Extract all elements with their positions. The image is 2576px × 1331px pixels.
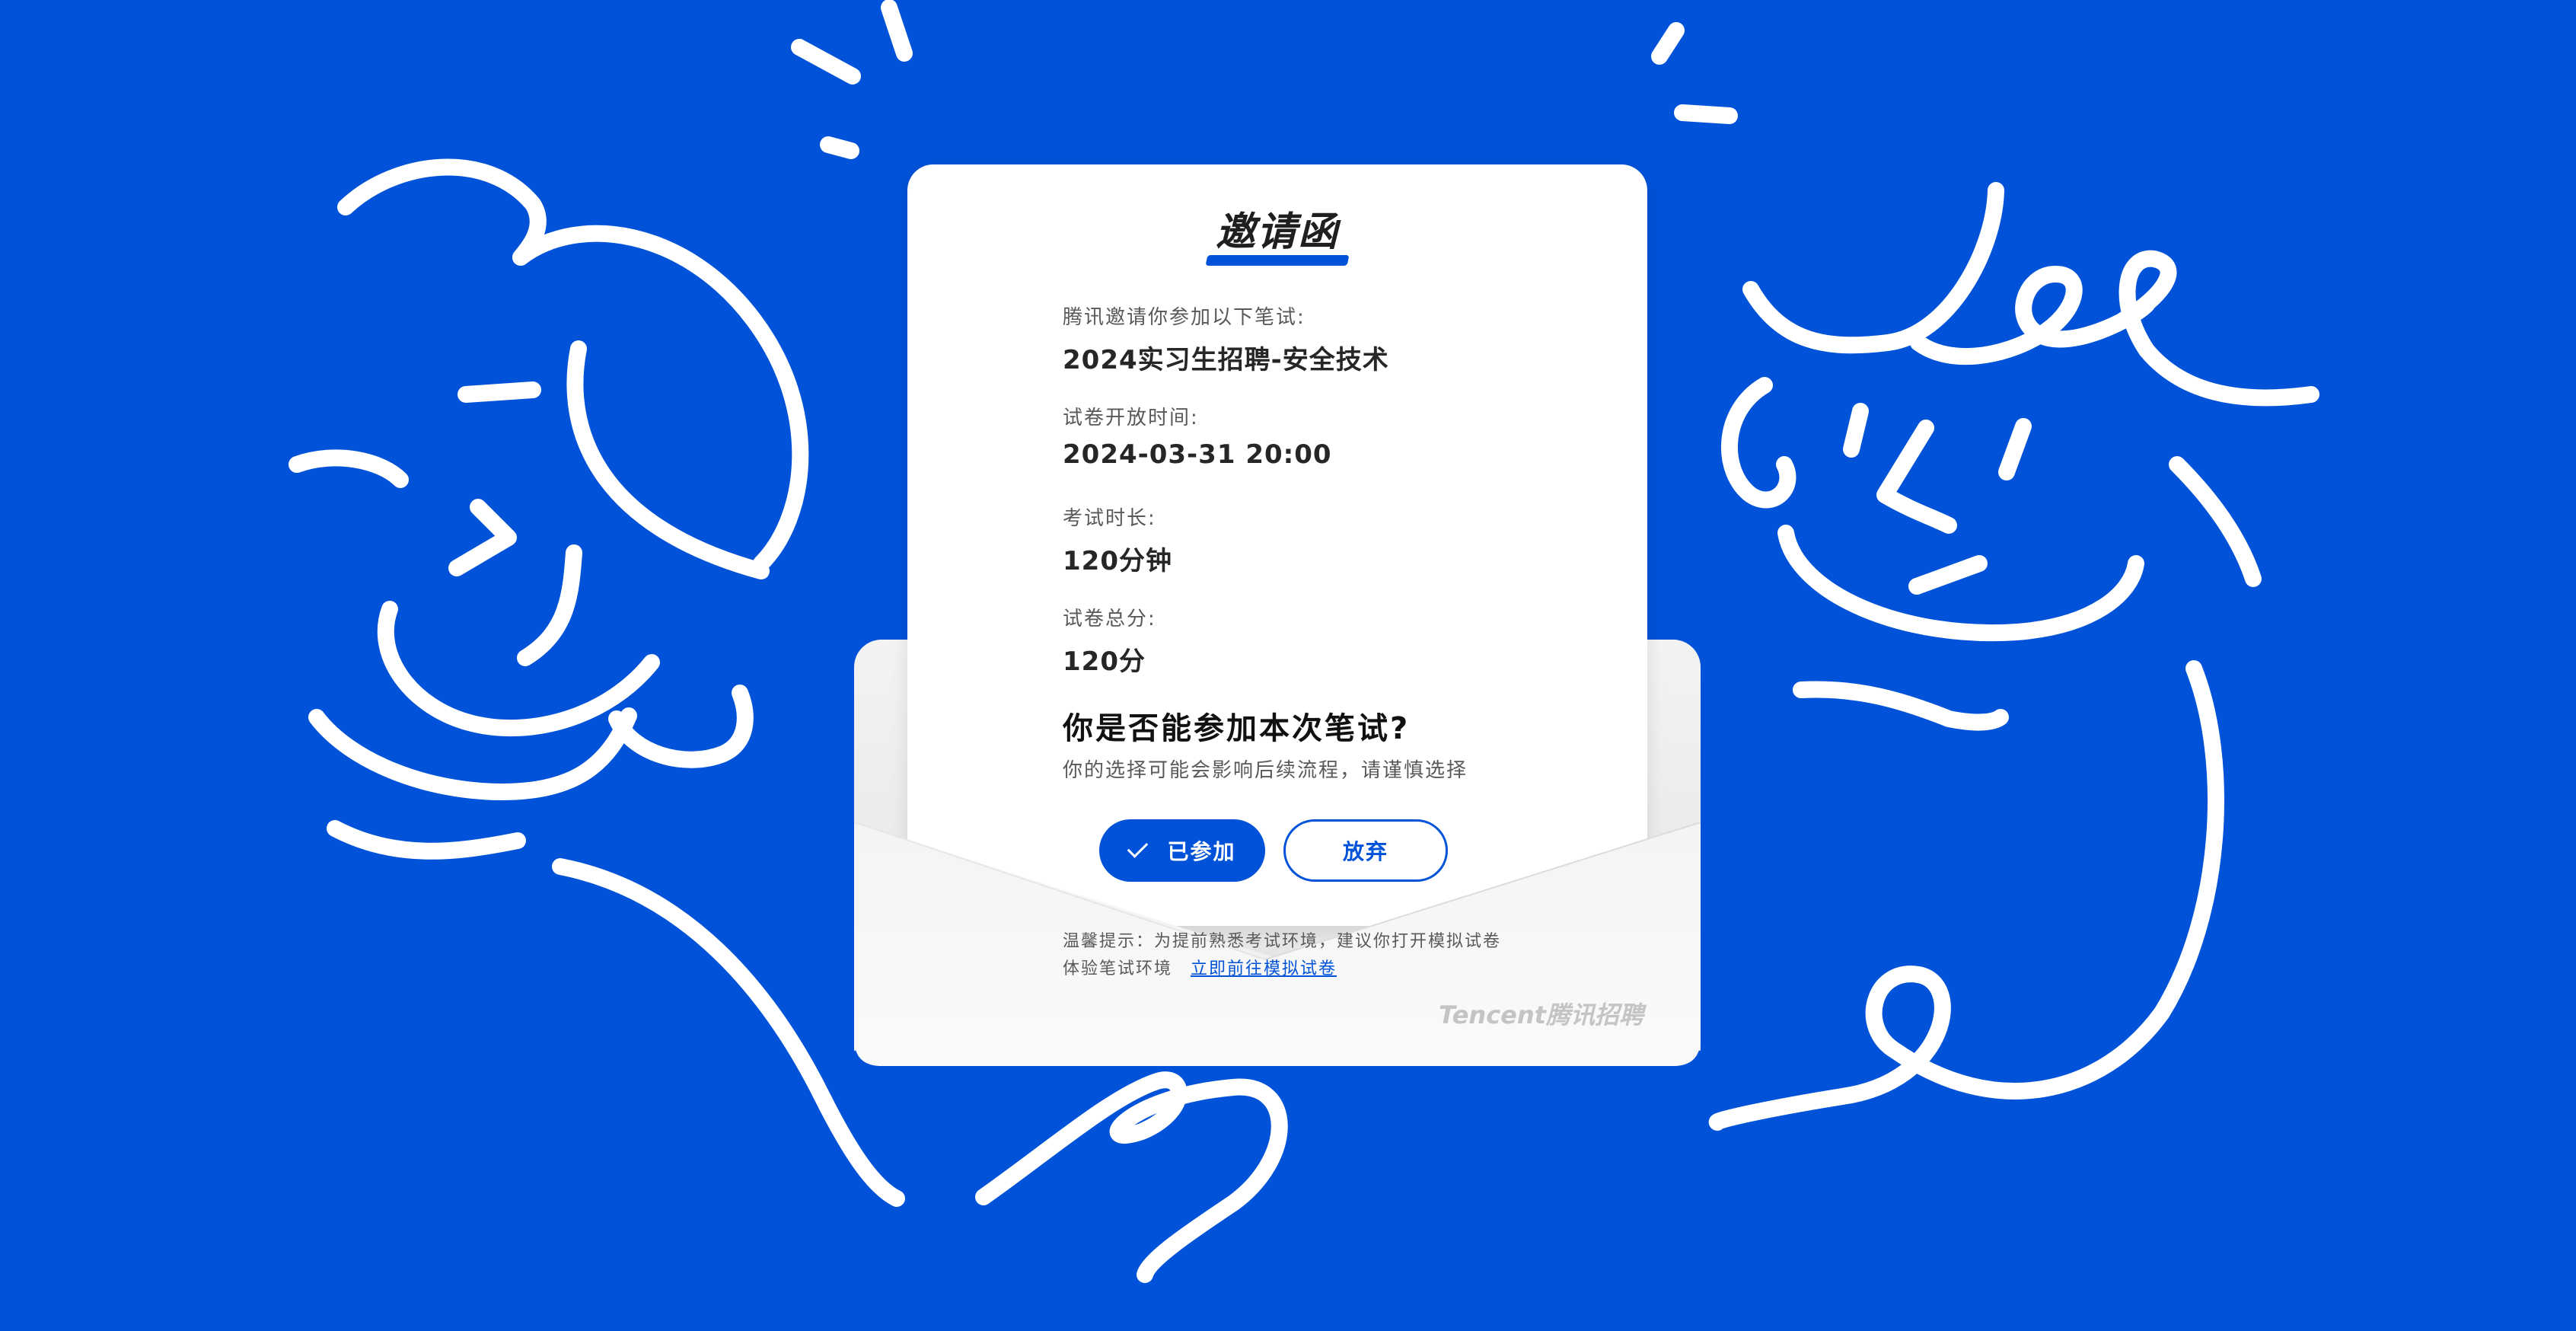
join-button[interactable]: 已参加 (1099, 819, 1265, 882)
tip-line-2: 体验笔试环境 立即前往模拟试卷 (1063, 955, 1337, 979)
open-time-value: 2024-03-31 20:00 (1063, 439, 1332, 470)
total-score-label: 试卷总分: (1063, 608, 1156, 630)
exam-name-value: 2024实习生招聘-安全技术 (1063, 345, 1389, 375)
join-button-label: 已参加 (1167, 839, 1236, 864)
give-up-button[interactable]: 放弃 (1283, 819, 1448, 882)
tip-line-1: 温馨提示：为提前熟悉考试环境，建议你打开模拟试卷 (1063, 932, 1502, 951)
exam-name-label: 腾讯邀请你参加以下笔试: (1063, 306, 1306, 329)
open-time-field: 试卷开放时间: 2024-03-31 20:00 (1063, 402, 1611, 470)
letter-title-text: 邀请函 (1215, 209, 1339, 255)
check-icon (1127, 837, 1149, 858)
title-underline (1205, 255, 1350, 266)
tencent-brand-logo: Tencent腾讯招聘 (1439, 1001, 1643, 1029)
duration-value: 120分钟 (1063, 546, 1172, 576)
mock-exam-link[interactable]: 立即前往模拟试卷 (1191, 959, 1337, 978)
duration-label: 考试时长: (1063, 507, 1156, 530)
exam-name-field: 腾讯邀请你参加以下笔试: 2024实习生招聘-安全技术 (1063, 302, 1611, 376)
letter-title: 邀请函 (1205, 199, 1350, 266)
give-up-button-label: 放弃 (1342, 839, 1388, 864)
invitation-page: 邀请函 腾讯邀请你参加以下笔试: 2024实习生招聘-安全技术 试卷开放时间: … (0, 0, 2576, 1331)
open-time-label: 试卷开放时间: (1063, 407, 1199, 429)
duration-field: 考试时长: 120分钟 (1063, 503, 1611, 577)
tip-line-2-text: 体验笔试环境 (1063, 959, 1173, 978)
